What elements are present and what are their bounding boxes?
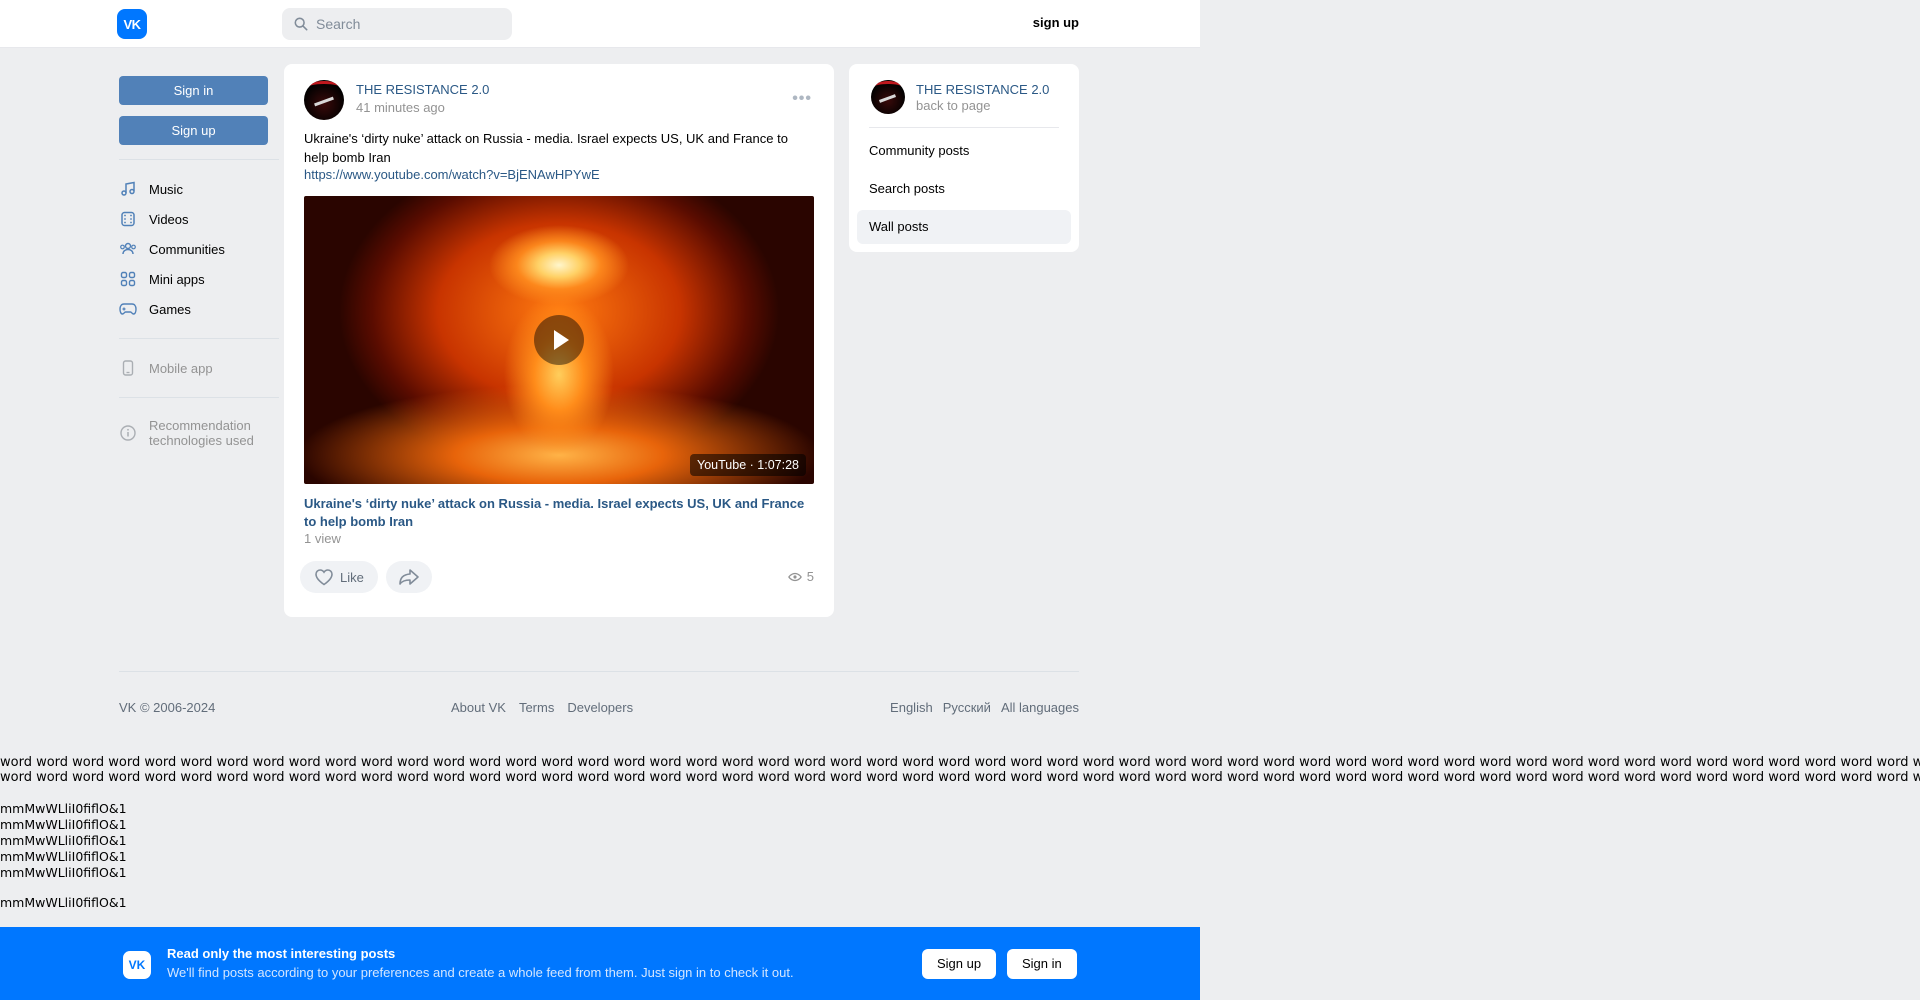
sidebar-item-mini-apps[interactable]: Mini apps	[119, 264, 269, 294]
top-header: VK Search sign up	[0, 0, 1200, 48]
font-sample: mmMwWLliI0fiflO&1	[0, 865, 127, 880]
post-author-link[interactable]: THE RESISTANCE 2.0	[356, 82, 489, 97]
left-sidebar: Sign in Sign up Music Videos Communities…	[119, 76, 279, 456]
right-panel: THE RESISTANCE 2.0 back to page Communit…	[849, 64, 1079, 252]
sidebar-item-label: Music	[149, 181, 183, 197]
font-samples: mmMwWLliI0fiflO&1 mmMwWLliI0fiflO&1 mmMw…	[0, 801, 127, 911]
sidebar-item-videos[interactable]: Videos	[119, 204, 269, 234]
back-to-page-link[interactable]: back to page	[916, 98, 990, 113]
recommendation-line-1: Recommendation	[149, 418, 251, 433]
logo-text: VK	[128, 958, 146, 972]
recommendation-label: Recommendation technologies used	[149, 418, 254, 448]
banner-sign-up-button[interactable]: Sign up	[922, 949, 997, 979]
post-url-link[interactable]: https://www.youtube.com/watch?v=BjENAwHP…	[304, 167, 600, 182]
sidebar-item-communities[interactable]: Communities	[119, 234, 269, 264]
video-duration: 1:07:28	[757, 458, 799, 472]
word-line: word word word word word word word word …	[0, 756, 1920, 770]
video-badge: YouTube · 1:07:28	[690, 454, 806, 476]
banner-title: Read only the most interesting posts	[167, 946, 396, 961]
language-russian[interactable]: Русский	[943, 700, 991, 715]
font-sample: mmMwWLliI0fiflO&1	[0, 833, 127, 848]
word-lines: word word word word word word word word …	[0, 756, 1920, 785]
video-source: YouTube	[697, 458, 747, 472]
vk-logo-icon[interactable]: VK	[117, 9, 147, 39]
sidebar-item-recommendations[interactable]: Recommendation technologies used	[119, 412, 269, 456]
footer-link-terms[interactable]: Terms	[519, 700, 554, 715]
footer-link-about[interactable]: About VK	[451, 700, 506, 715]
divider	[119, 159, 279, 160]
divider	[119, 397, 279, 398]
sidebar-item-label: Videos	[149, 211, 189, 227]
word-line: word word word word word word word word …	[0, 769, 1920, 785]
divider	[869, 127, 1059, 128]
sidebar-item-label: Mini apps	[149, 271, 205, 287]
post-actions: Like	[300, 561, 432, 593]
divider	[119, 338, 279, 339]
sidebar-item-label: Games	[149, 301, 191, 317]
language-english[interactable]: English	[890, 700, 933, 715]
mini-apps-icon	[119, 270, 137, 288]
header-signup-link[interactable]: sign up	[1033, 15, 1079, 30]
font-sample: mmMwWLliI0fiflO&1	[0, 849, 127, 864]
community-name-link[interactable]: THE RESISTANCE 2.0	[916, 82, 1049, 97]
sidebar-item-label: Mobile app	[149, 360, 213, 376]
sidebar-item-label: Communities	[149, 241, 225, 257]
signup-banner: VK Read only the most interesting posts …	[0, 927, 1200, 1000]
sidebar-item-music[interactable]: Music	[119, 174, 269, 204]
post-time[interactable]: 41 minutes ago	[356, 100, 445, 115]
sign-up-button[interactable]: Sign up	[119, 116, 268, 145]
views-counter: 5	[787, 569, 814, 584]
menu-item-community-posts[interactable]: Community posts	[857, 134, 1071, 168]
vk-logo-icon: VK	[123, 951, 151, 979]
community-avatar[interactable]	[304, 80, 344, 120]
phone-icon	[119, 359, 137, 377]
views-count: 5	[806, 569, 814, 584]
video-thumbnail[interactable]: YouTube · 1:07:28	[304, 196, 814, 484]
menu-item-wall-posts[interactable]: Wall posts	[857, 210, 1071, 244]
music-icon	[119, 180, 137, 198]
share-button[interactable]	[385, 561, 432, 593]
share-icon	[398, 568, 420, 586]
wall-post: THE RESISTANCE 2.0 41 minutes ago ••• Uk…	[284, 64, 834, 617]
font-sample: mmMwWLliI0fiflO&1	[0, 895, 127, 910]
search-input[interactable]: Search	[282, 8, 512, 40]
more-options-icon[interactable]: •••	[792, 90, 812, 108]
eye-icon	[787, 572, 802, 581]
video-title-link[interactable]: Ukraine's ‘dirty nuke’ attack on Russia …	[304, 495, 814, 531]
sidebar-item-mobile-app[interactable]: Mobile app	[119, 353, 269, 383]
search-icon	[294, 17, 308, 31]
font-sample: mmMwWLliI0fiflO&1	[0, 817, 127, 832]
footer-link-developers[interactable]: Developers	[567, 700, 633, 715]
language-all[interactable]: All languages	[1001, 700, 1079, 715]
games-icon	[119, 300, 137, 318]
banner-subtitle: We'll find posts according to your prefe…	[167, 965, 794, 980]
communities-icon	[119, 240, 137, 258]
footer-languages: English Русский All languages	[890, 700, 1079, 715]
info-icon	[119, 424, 137, 442]
footer-links: About VK Terms Developers	[451, 700, 633, 715]
play-icon[interactable]	[534, 315, 584, 365]
logo-text: VK	[123, 16, 141, 32]
video-icon	[119, 210, 137, 228]
footer-divider	[119, 671, 1079, 672]
video-views: 1 view	[304, 531, 341, 546]
search-placeholder: Search	[316, 16, 361, 32]
footer-copyright: VK © 2006-2024	[119, 700, 216, 715]
sidebar-item-games[interactable]: Games	[119, 294, 269, 324]
post-text: Ukraine's ‘dirty nuke’ attack on Russia …	[304, 131, 788, 165]
recommendation-line-2: technologies used	[149, 433, 254, 448]
community-avatar[interactable]	[871, 80, 905, 114]
like-label: Like	[340, 569, 364, 585]
like-button[interactable]: Like	[300, 561, 378, 593]
heart-icon	[314, 568, 334, 586]
sign-in-button[interactable]: Sign in	[119, 76, 268, 105]
banner-sign-in-button[interactable]: Sign in	[1007, 949, 1077, 979]
menu-item-search-posts[interactable]: Search posts	[857, 172, 1071, 206]
font-sample: mmMwWLliI0fiflO&1	[0, 801, 127, 816]
